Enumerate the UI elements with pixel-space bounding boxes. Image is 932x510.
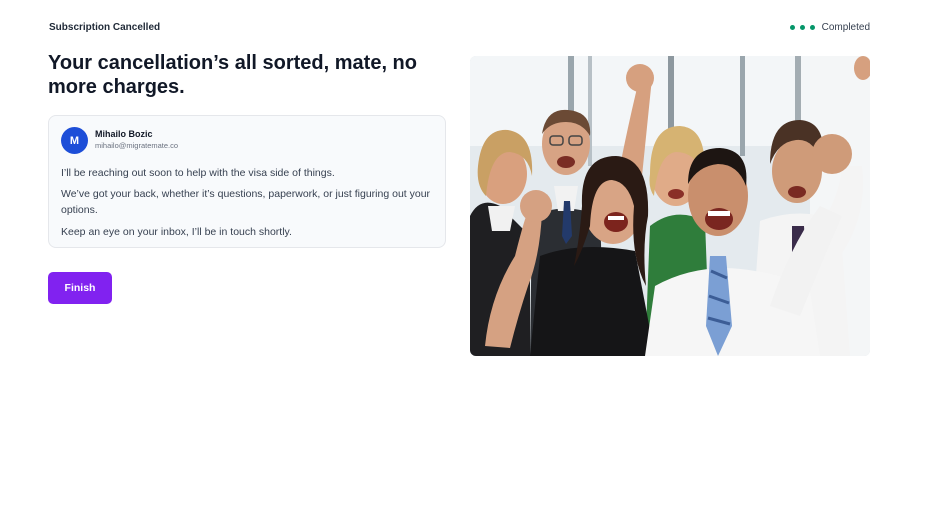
avatar: M xyxy=(61,127,88,154)
progress-dot-1 xyxy=(789,25,795,30)
progress-dot-2 xyxy=(799,25,805,30)
page-header-title: Subscription Cancelled xyxy=(49,22,161,33)
message-paragraph-2: We’ve got your back, whether it’s questi… xyxy=(61,188,431,216)
message-paragraph-3: Keep an eye on your inbox, I’ll be in to… xyxy=(61,226,292,238)
celebrating-team-image xyxy=(470,56,870,356)
finish-button[interactable]: Finish xyxy=(48,272,112,304)
progress-dots xyxy=(789,25,815,30)
progress-dot-3 xyxy=(809,25,815,30)
progress-indicator: Completed xyxy=(789,22,870,33)
cancellation-complete-page: Subscription Cancelled Completed Your ca… xyxy=(0,0,932,510)
sender-email: mihailo@migratemate.co xyxy=(95,141,179,150)
message-card: M Mihailo Bozic mihailo@migratemate.co I… xyxy=(48,115,446,248)
team-photo-illustration xyxy=(470,56,870,356)
sender-name: Mihailo Bozic xyxy=(95,129,153,139)
page-headline: Your cancellation’s all sorted, mate, no… xyxy=(48,52,417,98)
message-paragraph-1: I’ll be reaching out soon to help with t… xyxy=(61,167,335,179)
progress-status-label: Completed xyxy=(821,22,870,33)
